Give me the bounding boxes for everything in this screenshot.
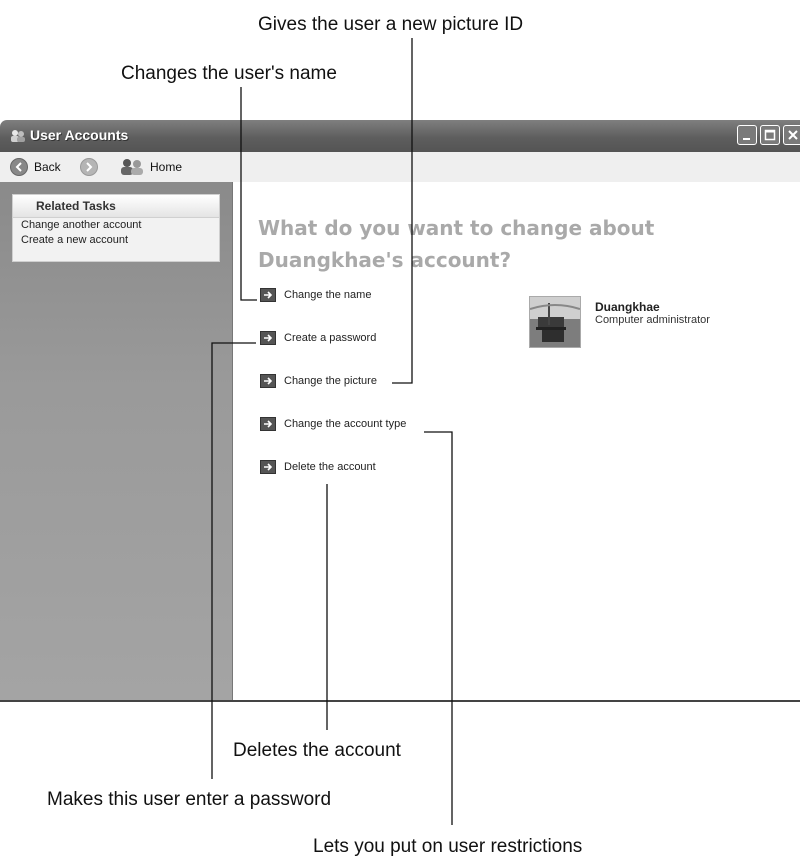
window-title: User Accounts xyxy=(30,127,129,143)
main-content: What do you want to change about Duangkh… xyxy=(233,182,800,700)
change-account-type-link[interactable]: Change the account type xyxy=(260,417,406,431)
arrow-right-icon xyxy=(260,331,276,345)
create-password-link[interactable]: Create a password xyxy=(260,331,376,345)
close-icon xyxy=(788,130,798,140)
maximize-button[interactable] xyxy=(760,125,780,145)
home-button[interactable]: Home xyxy=(120,157,182,177)
arrow-right-icon xyxy=(260,417,276,431)
callout-restrictions: Lets you put on user restrictions xyxy=(313,836,583,857)
user-picture xyxy=(529,296,581,348)
close-button[interactable] xyxy=(783,125,800,145)
user-accounts-window: User Accounts Back Home Related Tasks Ch… xyxy=(0,120,800,702)
user-account-type: Computer administrator xyxy=(595,314,710,326)
toolbar: Back Home xyxy=(0,152,800,183)
sidebar: Related Tasks Change another account Cre… xyxy=(0,182,233,700)
forward-arrow-icon xyxy=(80,158,98,176)
home-label: Home xyxy=(150,160,183,174)
related-tasks-title[interactable]: Related Tasks xyxy=(13,195,219,218)
back-button[interactable]: Back xyxy=(10,157,61,177)
minimize-icon xyxy=(743,138,750,140)
create-new-account-link[interactable]: Create a new account xyxy=(13,233,219,248)
create-password-label: Create a password xyxy=(284,332,377,344)
callout-change-name: Changes the user's name xyxy=(121,63,337,84)
delete-account-link[interactable]: Delete the account xyxy=(260,460,376,474)
arrow-right-icon xyxy=(260,288,276,302)
related-tasks-panel: Related Tasks Change another account Cre… xyxy=(12,194,220,262)
user-name: Duangkhae xyxy=(595,300,660,314)
back-arrow-icon xyxy=(10,158,28,176)
change-picture-link[interactable]: Change the picture xyxy=(260,374,377,388)
change-name-label: Change the name xyxy=(284,289,372,301)
users-home-icon xyxy=(121,159,143,175)
minimize-button[interactable] xyxy=(737,125,757,145)
maximize-icon xyxy=(764,129,776,141)
delete-account-label: Delete the account xyxy=(284,461,376,473)
arrow-right-icon xyxy=(260,374,276,388)
page-heading: What do you want to change about Duangkh… xyxy=(258,216,655,272)
change-account-type-label: Change the account type xyxy=(284,418,407,430)
title-bar[interactable]: User Accounts xyxy=(0,120,800,152)
change-name-link[interactable]: Change the name xyxy=(260,288,371,302)
back-label: Back xyxy=(34,160,61,174)
callout-picture-id: Gives the user a new picture ID xyxy=(258,14,524,35)
change-picture-label: Change the picture xyxy=(284,375,377,387)
forward-button[interactable] xyxy=(80,157,104,177)
change-another-account-link[interactable]: Change another account xyxy=(13,218,219,233)
user-accounts-icon xyxy=(11,130,25,142)
callout-delete-account: Deletes the account xyxy=(233,740,401,761)
arrow-right-icon xyxy=(260,460,276,474)
callout-password: Makes this user enter a password xyxy=(47,789,332,810)
